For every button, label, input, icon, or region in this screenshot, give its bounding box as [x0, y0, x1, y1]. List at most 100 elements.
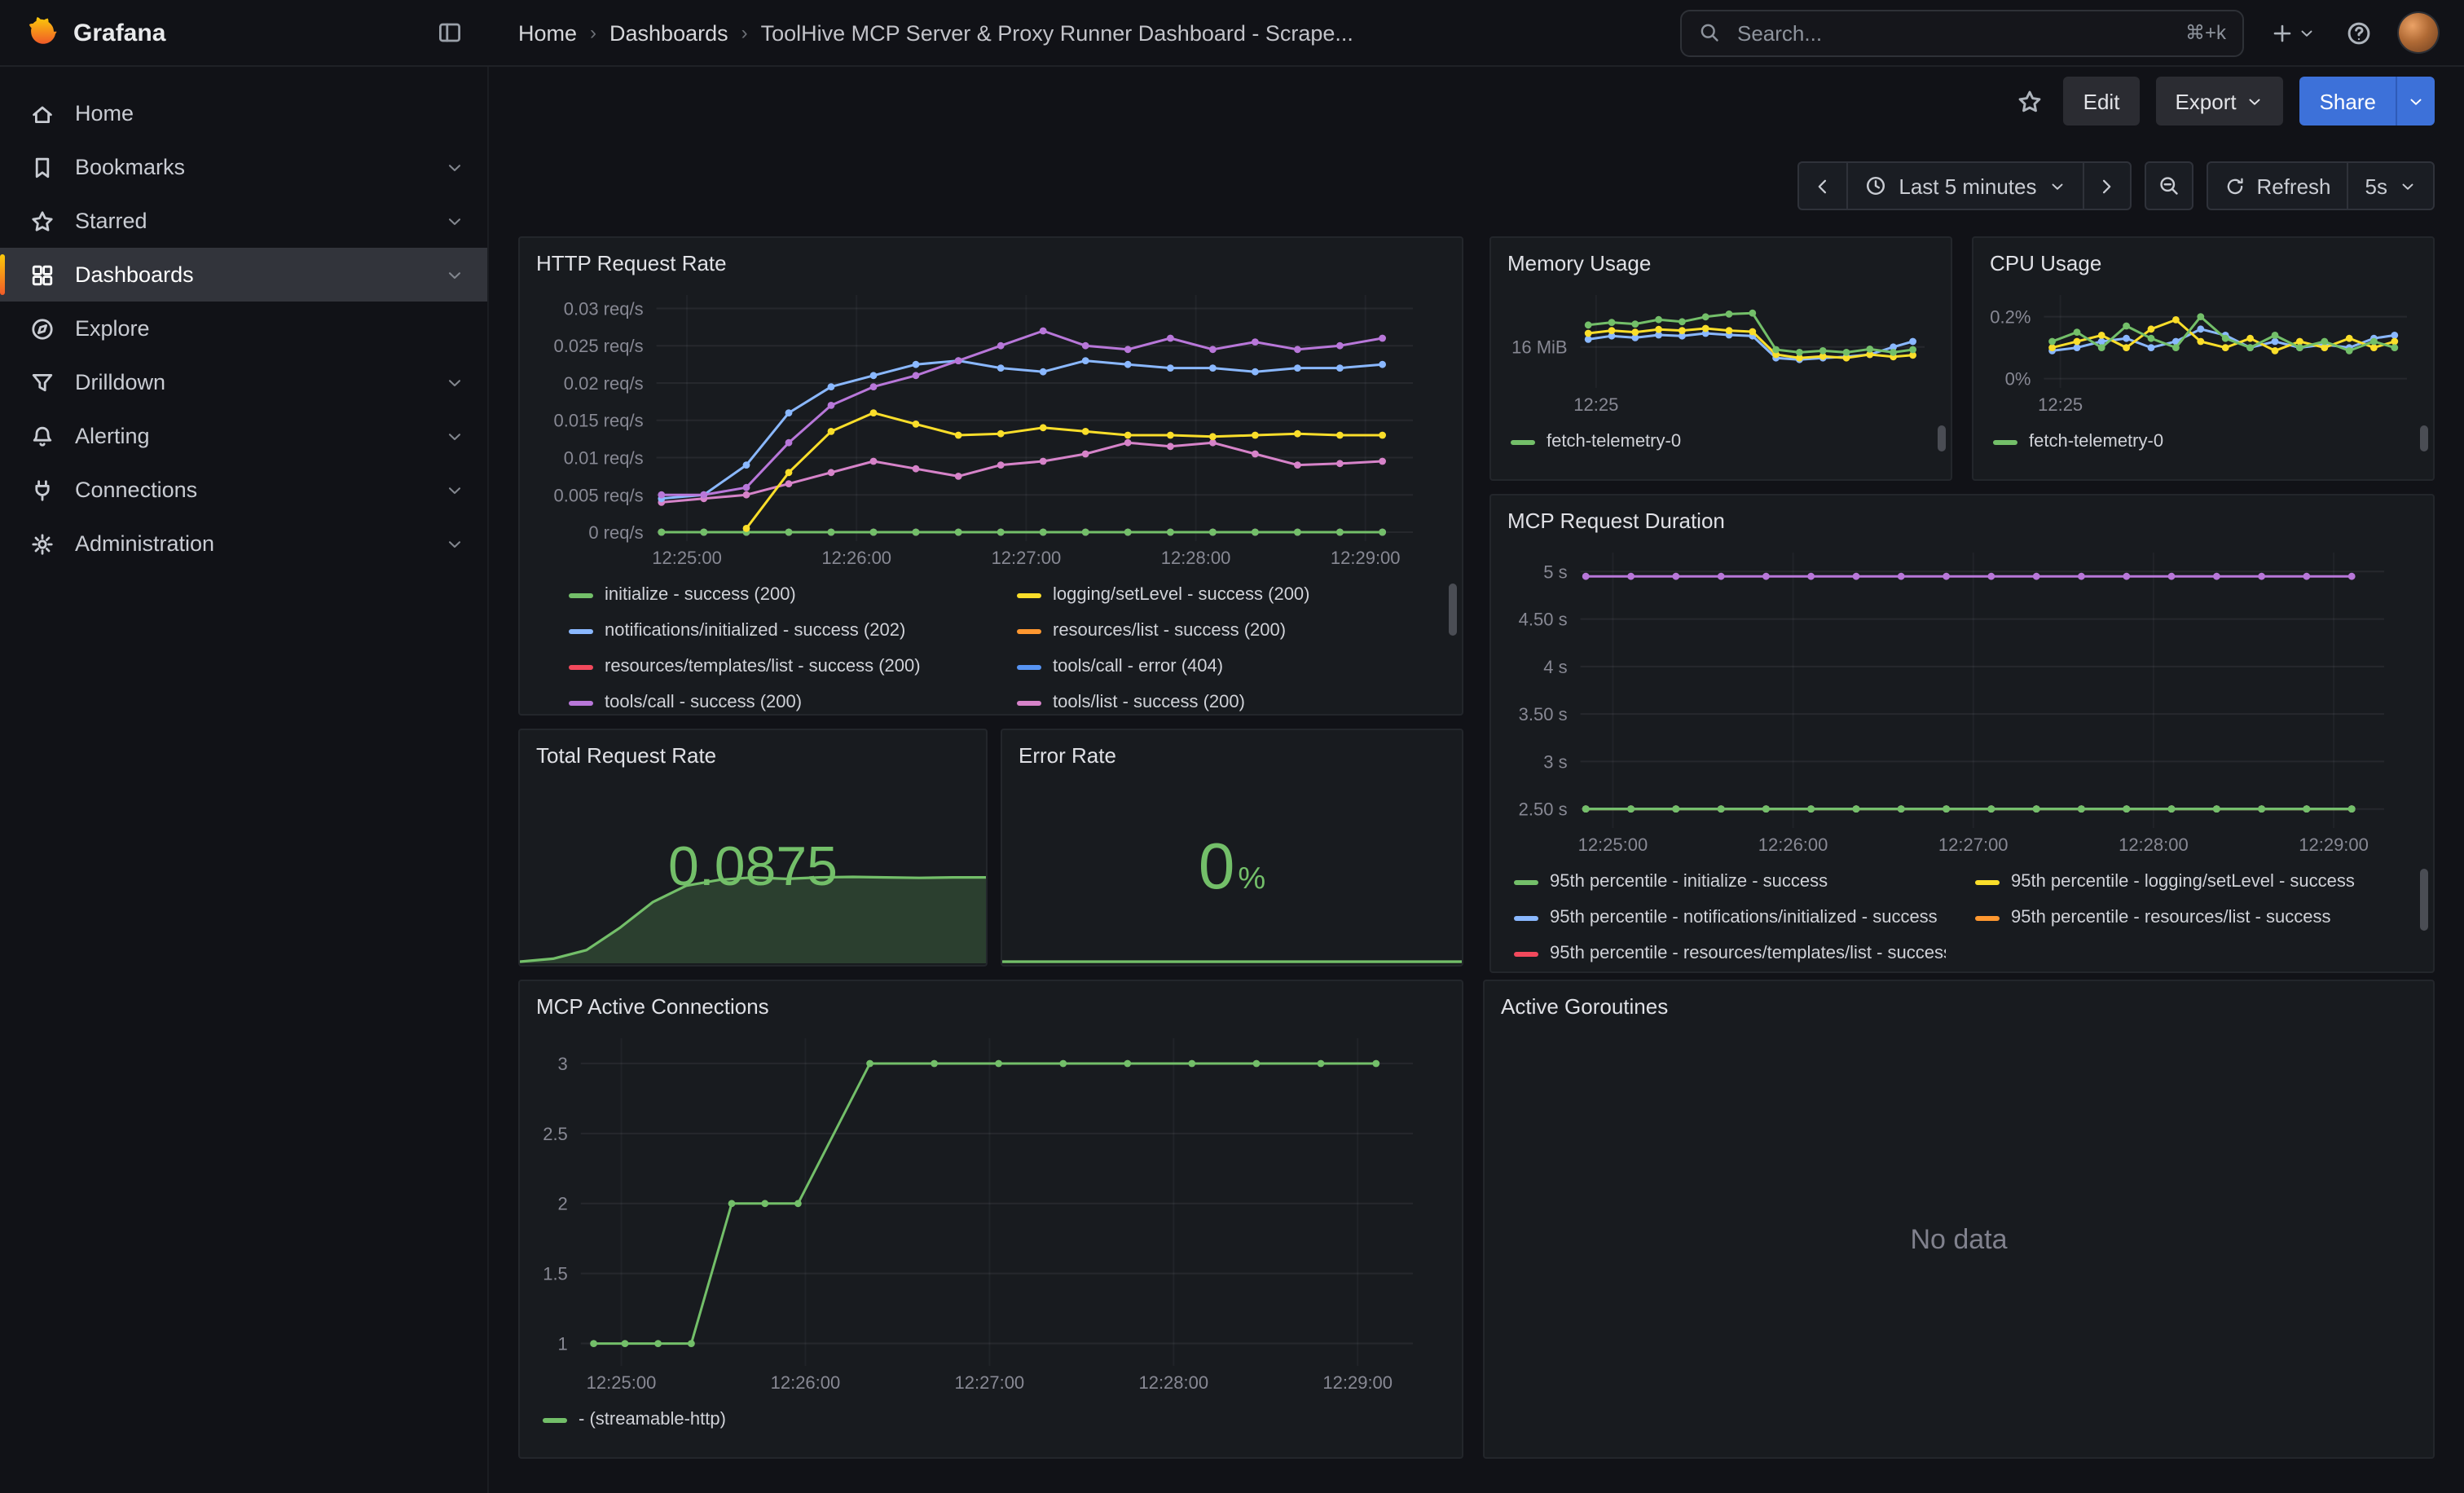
legend-swatch [569, 664, 593, 669]
sidebar: HomeBookmarks Starred Dashboards Explore Dri… [0, 67, 489, 1493]
legend-swatch [1514, 915, 1538, 920]
sidebar-item-alerting[interactable]: Alerting [0, 409, 487, 463]
brand-name: Grafana [73, 19, 165, 46]
svg-text:0.025 req/s: 0.025 req/s [554, 336, 644, 356]
svg-text:12:27:00: 12:27:00 [955, 1372, 1025, 1393]
legend-swatch [543, 1417, 567, 1422]
refresh-button[interactable]: Refresh [2206, 161, 2347, 210]
legend-label: fetch-telemetry-0 [1547, 432, 1681, 451]
panel-title[interactable]: Memory Usage [1491, 238, 1951, 279]
sidebar-item-home[interactable]: Home [0, 86, 487, 140]
panel-title[interactable]: Active Goroutines [1485, 981, 2433, 1022]
refresh-interval-dropdown[interactable]: 5s [2347, 161, 2435, 210]
legend-item[interactable]: 95th percentile - initialize - success [1514, 867, 1946, 896]
legend-swatch [1017, 664, 1041, 669]
sidebar-item-starred[interactable]: Starred [0, 194, 487, 248]
share-dropdown-button[interactable] [2396, 77, 2435, 126]
refresh-group: Refresh 5s [2206, 161, 2435, 210]
legend-item[interactable]: 95th percentile - resources/templates/li… [1514, 939, 1946, 968]
top-actions [2244, 13, 2464, 52]
legend-item[interactable]: tools/call - success (200) [569, 688, 988, 714]
legend-item[interactable]: fetch-telemetry-0 [1993, 427, 2163, 456]
mcp-request-duration-chart[interactable]: 12:25:0012:26:0012:27:0012:28:0012:29:00… [1498, 540, 2420, 861]
legend-item[interactable]: fetch-telemetry-0 [1511, 427, 1681, 456]
legend-item[interactable]: resources/list - success (200) [1017, 616, 1436, 645]
search-shortcut: ⌘+k [2185, 21, 2226, 44]
sidebar-toggle-button[interactable] [433, 16, 466, 49]
edit-button-label: Edit [2083, 89, 2120, 113]
stat-number: 0 [1199, 831, 1235, 905]
cpu-usage-chart[interactable]: 12:250%0.2% [1980, 282, 2420, 421]
sidebar-item-dashboards[interactable]: Dashboards [0, 248, 487, 302]
panel-title[interactable]: CPU Usage [1973, 238, 2433, 279]
legend-scrollbar[interactable] [2420, 425, 2428, 451]
time-range-picker[interactable]: Last 5 minutes [1846, 161, 2082, 210]
breadcrumb-item[interactable]: Dashboards [609, 20, 728, 45]
legend-item[interactable]: logging/setLevel - success (200) [1017, 580, 1436, 610]
panel-title[interactable]: MCP Active Connections [520, 981, 1462, 1022]
sidebar-item-administration[interactable]: Administration [0, 517, 487, 570]
no-data-message: No data [1485, 1022, 2433, 1457]
new-button[interactable] [2267, 17, 2319, 48]
home-icon [29, 100, 55, 126]
dashboard-toolbar: Edit Export Share [489, 67, 2464, 135]
legend-item[interactable]: tools/call - error (404) [1017, 652, 1436, 681]
sidebar-item-label: Alerting [75, 424, 150, 448]
legend-swatch [569, 592, 593, 597]
legend-item[interactable]: notifications/initialized - success (202… [569, 616, 988, 645]
legend-item[interactable]: initialize - success (200) [569, 580, 988, 610]
legend-swatch [1975, 879, 2000, 884]
grafana-logo[interactable] [23, 15, 57, 50]
favorite-star-button[interactable] [2013, 84, 2048, 118]
sidebar-item-explore[interactable]: Explore [0, 302, 487, 355]
svg-text:0.03 req/s: 0.03 req/s [564, 298, 644, 319]
legend-item[interactable]: - (streamable-http) [543, 1405, 726, 1434]
panel-title[interactable]: HTTP Request Rate [520, 238, 1462, 279]
sidebar-item-label: Explore [75, 316, 150, 341]
panel-left-icon [437, 20, 463, 46]
panel-title[interactable]: MCP Request Duration [1491, 495, 2433, 536]
chart-area: 12:25:0012:26:0012:27:0012:28:0012:29:00… [1498, 540, 2420, 861]
time-back-button[interactable] [1797, 161, 1846, 210]
legend-item[interactable]: tools/list - success (200) [1017, 688, 1436, 714]
user-avatar[interactable] [2399, 13, 2438, 52]
mcp-active-connections-chart[interactable]: 12:25:0012:26:0012:27:0012:28:0012:29:00… [526, 1025, 1449, 1398]
legend-scrollbar[interactable] [1449, 584, 1457, 636]
chevron-down-icon [2407, 92, 2425, 110]
search-bar[interactable]: ⌘+k [1680, 9, 2244, 56]
stat-value: 0.0875 [668, 836, 838, 900]
legend-scrollbar[interactable] [1938, 425, 1946, 451]
svg-text:2.5: 2.5 [543, 1124, 568, 1144]
svg-text:12:29:00: 12:29:00 [1322, 1372, 1393, 1393]
sidebar-item-label: Starred [75, 209, 147, 233]
sidebar-item-connections[interactable]: Connections [0, 463, 487, 517]
zoom-out-button[interactable] [2144, 161, 2193, 210]
chart-legend: - (streamable-http) [520, 1398, 1462, 1457]
svg-text:3 s: 3 s [1543, 751, 1567, 772]
breadcrumb-item[interactable]: Home [518, 20, 577, 45]
legend-item[interactable]: resources/templates/list - success (200) [569, 652, 988, 681]
legend-label: 95th percentile - notifications/initiali… [1550, 908, 1938, 927]
sidebar-item-drilldown[interactable]: Drilldown [0, 355, 487, 409]
legend-scrollbar[interactable] [2420, 869, 2428, 931]
panel-mcp-active-connections: MCP Active Connections 12:25:0012:26:001… [518, 980, 1463, 1459]
time-forward-button[interactable] [2082, 161, 2131, 210]
edit-button[interactable]: Edit [2064, 77, 2140, 126]
legend-item[interactable]: 95th percentile - logging/setLevel - suc… [1975, 867, 2407, 896]
http-request-rate-chart[interactable]: 12:25:0012:26:0012:27:0012:28:0012:29:00… [526, 282, 1449, 574]
share-button[interactable]: Share [2300, 77, 2396, 126]
export-button[interactable]: Export [2155, 77, 2283, 126]
panel-title[interactable]: Error Rate [1002, 730, 1462, 771]
legend-item[interactable]: 95th percentile - resources/list - succe… [1975, 903, 2407, 932]
legend-label: resources/list - success (200) [1053, 621, 1286, 641]
legend-item[interactable]: 95th percentile - notifications/initiali… [1514, 903, 1946, 932]
panel-title[interactable]: Total Request Rate [520, 730, 986, 771]
star-icon [29, 208, 55, 234]
help-button[interactable] [2342, 15, 2376, 50]
export-button-label: Export [2175, 89, 2236, 113]
svg-text:12:27:00: 12:27:00 [1938, 835, 2009, 855]
svg-text:12:25:00: 12:25:00 [652, 548, 722, 568]
search-input[interactable] [1734, 19, 2172, 46]
memory-usage-chart[interactable]: 12:2516 MiB [1498, 282, 1938, 421]
sidebar-item-bookmarks[interactable]: Bookmarks [0, 140, 487, 194]
